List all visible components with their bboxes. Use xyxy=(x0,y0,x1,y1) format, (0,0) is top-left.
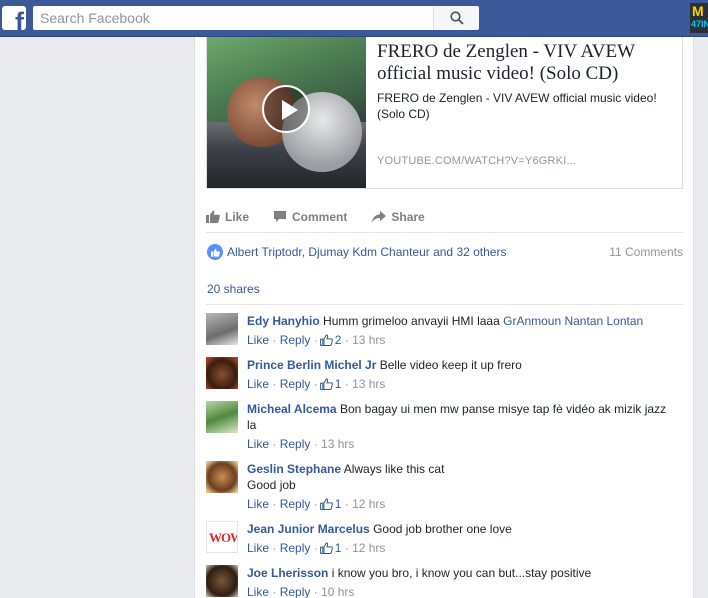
comment-meta: Like · Reply · 13 hrs xyxy=(247,437,355,451)
like-reaction-icon xyxy=(207,244,223,260)
comment-reply-link[interactable]: Reply xyxy=(280,541,311,555)
facebook-logo[interactable]: f xyxy=(2,6,26,30)
reaction-names[interactable]: Albert Triptodr, Djumay Kdm Chanteur and… xyxy=(227,245,506,259)
thumbs-up-outline-icon xyxy=(319,378,333,390)
comment-time[interactable]: 13 hrs xyxy=(352,377,385,391)
play-icon[interactable] xyxy=(262,85,310,133)
avatar[interactable] xyxy=(206,313,238,345)
share-arrow-icon xyxy=(371,210,387,223)
badge-subtext: 47IN xyxy=(691,19,708,29)
comment-meta: Like · Reply · 1 · 12 hrs xyxy=(247,497,386,511)
comment-text: Edy Hanyhio Humm grimeloo anvayii HMI la… xyxy=(247,313,677,329)
share-button-label: Share xyxy=(391,209,425,224)
comment-time[interactable]: 12 hrs xyxy=(352,497,385,511)
comment-item: Joe Lherisson i know you bro, i know you… xyxy=(206,565,683,598)
thumbs-up-outline-icon xyxy=(319,498,333,510)
commenter-name[interactable]: Micheal Alcema xyxy=(247,402,337,416)
comment-item: Micheal Alcema Bon bagay ui men mw panse… xyxy=(206,401,683,461)
comment-text: Jean Junior Marcelus Good job brother on… xyxy=(247,521,677,537)
comment-mention[interactable]: GrAnmoun Nantan Lontan xyxy=(503,314,643,328)
like-button-label: Like xyxy=(225,209,250,224)
comment-like-link[interactable]: Like xyxy=(247,497,269,511)
shares-count[interactable]: 20 shares xyxy=(207,282,260,296)
comment-meta: Like · Reply · 10 hrs xyxy=(247,585,355,598)
thumbs-up-icon xyxy=(210,248,220,257)
app-badge[interactable]: M 47IN xyxy=(690,3,708,33)
avatar-logo-text: WOW xyxy=(209,530,237,545)
comment-reply-link[interactable]: Reply xyxy=(280,497,311,511)
avatar[interactable] xyxy=(206,401,238,433)
reactions-summary: Albert Triptodr, Djumay Kdm Chanteur and… xyxy=(206,241,683,263)
comment-body: i know you bro, i know you can but...sta… xyxy=(331,566,592,580)
comment-meta: Like · Reply · 1 · 12 hrs xyxy=(247,541,386,555)
comment-button-label: Comment xyxy=(292,209,348,224)
avatar[interactable] xyxy=(206,357,238,389)
top-navigation-bar: f M 47IN xyxy=(0,0,708,37)
comment-reply-link[interactable]: Reply xyxy=(280,333,311,347)
comment-like-count[interactable]: 1 xyxy=(335,377,342,391)
commenter-name[interactable]: Geslin Stephane xyxy=(247,462,341,476)
comment-item: Geslin Stephane Always like this cat Goo… xyxy=(206,461,683,521)
search-button[interactable] xyxy=(433,6,479,30)
post-card: FRERO de Zenglen - VIV AVEW official mus… xyxy=(194,37,694,598)
comment-time[interactable]: 12 hrs xyxy=(352,541,385,555)
comment-time[interactable]: 13 hrs xyxy=(352,333,385,347)
commenter-name[interactable]: Edy Hanyhio xyxy=(247,314,320,328)
comment-like-count[interactable]: 1 xyxy=(335,497,342,511)
comment-like-count[interactable]: 2 xyxy=(335,333,342,347)
comment-time[interactable]: 13 hrs xyxy=(321,437,354,451)
like-button[interactable]: Like xyxy=(206,210,249,224)
thumbs-up-outline-icon xyxy=(319,334,333,346)
comment-meta: Like · Reply · 2 · 13 hrs xyxy=(247,333,386,347)
comment-like-link[interactable]: Like xyxy=(247,437,269,451)
link-preview-title[interactable]: FRERO de Zenglen - VIV AVEW official mus… xyxy=(377,41,677,85)
comment-text: Geslin Stephane Always like this cat Goo… xyxy=(247,461,677,493)
comment-reply-link[interactable]: Reply xyxy=(280,585,311,598)
facebook-logo-letter: f xyxy=(15,7,24,31)
thumbs-up-icon xyxy=(206,210,220,223)
shares-row: 20 shares xyxy=(206,277,683,305)
search-box xyxy=(33,6,479,30)
link-preview-domain: YOUTUBE.COM/WATCH?V=Y6GRKI... xyxy=(377,155,577,167)
comment-text: Prince Berlin Michel Jr Belle video keep… xyxy=(247,357,677,373)
comment-item: WOW Jean Junior Marcelus Good job brothe… xyxy=(206,521,683,565)
comment-body: Good job brother one love xyxy=(373,522,512,536)
comment-time[interactable]: 10 hrs xyxy=(321,585,354,598)
commenter-name[interactable]: Prince Berlin Michel Jr xyxy=(247,358,376,372)
comment-meta: Like · Reply · 1 · 13 hrs xyxy=(247,377,386,391)
share-button[interactable]: Share xyxy=(371,209,425,224)
comment-icon xyxy=(274,211,287,222)
reaction-names-link[interactable]: Albert Triptodr, Djumay Kdm Chanteur and… xyxy=(227,245,506,259)
commenter-name[interactable]: Jean Junior Marcelus xyxy=(247,522,370,536)
comment-like-link[interactable]: Like xyxy=(247,541,269,555)
thumbs-up-outline-icon xyxy=(319,542,333,554)
comment-text: Micheal Alcema Bon bagay ui men mw panse… xyxy=(247,401,677,433)
search-input[interactable] xyxy=(33,6,431,30)
comment-like-link[interactable]: Like xyxy=(247,585,269,598)
avatar[interactable] xyxy=(206,565,238,597)
link-preview-description: FRERO de Zenglen - VIV AVEW official mus… xyxy=(377,91,657,121)
comment-button[interactable]: Comment xyxy=(273,210,347,224)
commenter-name[interactable]: Joe Lherisson xyxy=(247,566,328,580)
search-icon xyxy=(449,11,464,25)
badge-letter: M xyxy=(692,3,704,19)
link-preview[interactable]: FRERO de Zenglen - VIV AVEW official mus… xyxy=(206,37,683,189)
comment-item: Prince Berlin Michel Jr Belle video keep… xyxy=(206,357,683,401)
comment-body: Humm grimeloo anvayii HMI laaa xyxy=(323,314,500,328)
comment-body: Always like this cat xyxy=(343,462,445,476)
video-thumbnail[interactable] xyxy=(207,37,366,188)
comment-reply-link[interactable]: Reply xyxy=(280,377,311,391)
post-actions-bar: Like Comment Share xyxy=(206,201,683,233)
comment-item: Edy Hanyhio Humm grimeloo anvayii HMI la… xyxy=(206,313,683,357)
comment-reply-link[interactable]: Reply xyxy=(280,437,311,451)
comment-like-count[interactable]: 1 xyxy=(335,541,342,555)
comment-text: Joe Lherisson i know you bro, i know you… xyxy=(247,565,677,581)
comment-like-link[interactable]: Like xyxy=(247,377,269,391)
avatar[interactable] xyxy=(206,461,238,493)
comments-count[interactable]: 11 Comments xyxy=(609,245,683,259)
comment-like-link[interactable]: Like xyxy=(247,333,269,347)
comment-body: Belle video keep it up frero xyxy=(379,358,522,372)
avatar[interactable]: WOW xyxy=(206,521,238,553)
comment-body-line2: Good job xyxy=(247,478,296,492)
